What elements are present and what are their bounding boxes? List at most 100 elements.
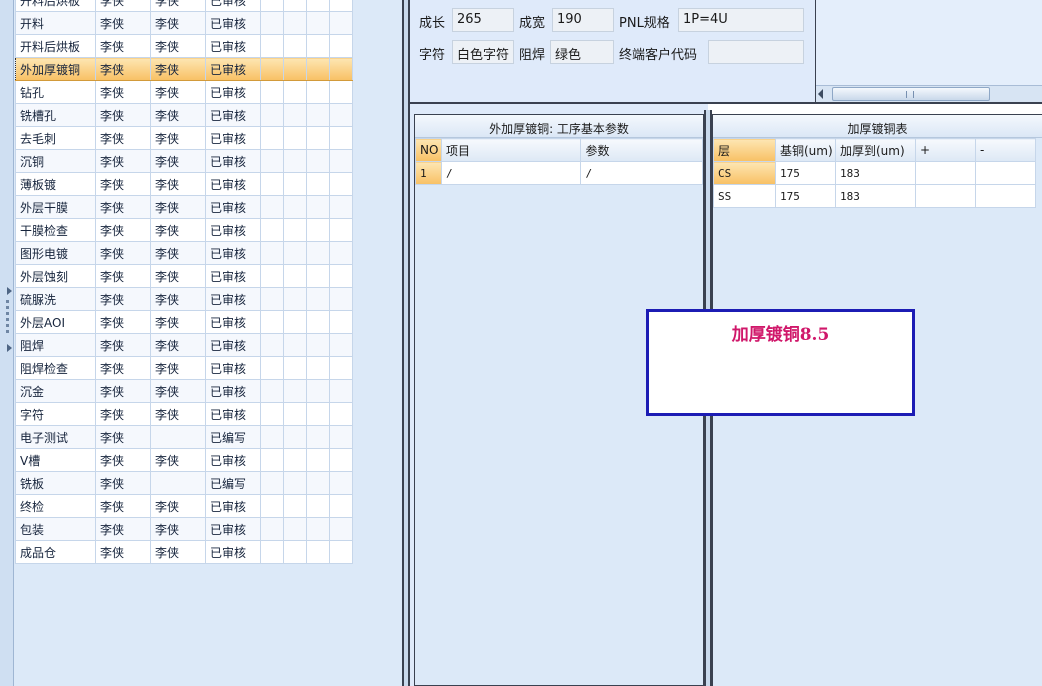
process-name-cell[interactable]: 铣槽孔	[15, 103, 96, 127]
empty-cell[interactable]	[329, 172, 353, 196]
process-name-cell[interactable]: 钻孔	[15, 80, 96, 104]
empty-cell[interactable]	[329, 57, 353, 81]
reviewer-cell[interactable]: 李侠	[150, 34, 206, 58]
reviewer-cell[interactable]: 李侠	[150, 0, 206, 12]
process-row[interactable]: 外加厚镀铜 李侠 李侠 已审核	[15, 57, 353, 81]
process-row[interactable]: 铣板 李侠 已编写	[15, 471, 353, 495]
empty-cell[interactable]	[283, 310, 307, 334]
empty-cell[interactable]	[306, 310, 330, 334]
empty-cell[interactable]	[329, 218, 353, 242]
empty-cell[interactable]	[306, 540, 330, 564]
author-cell[interactable]: 李侠	[95, 540, 151, 564]
collapse-arrow-icon[interactable]	[7, 287, 12, 295]
author-cell[interactable]: 李侠	[95, 494, 151, 518]
process-name-cell[interactable]: 图形电镀	[15, 241, 96, 265]
process-row[interactable]: 沉金 李侠 李侠 已审核	[15, 379, 353, 403]
empty-cell[interactable]	[329, 425, 353, 449]
process-row[interactable]: 硫脲洗 李侠 李侠 已审核	[15, 287, 353, 311]
layer-cell[interactable]: SS	[713, 184, 776, 208]
process-name-cell[interactable]: 外加厚镀铜	[15, 57, 96, 81]
splitter-handle[interactable]	[0, 0, 14, 686]
empty-cell[interactable]	[260, 448, 284, 472]
empty-cell[interactable]	[283, 103, 307, 127]
customer-code-field[interactable]	[708, 40, 804, 64]
col-header-target-thickness[interactable]: 加厚到(um)	[835, 138, 916, 162]
empty-cell[interactable]	[260, 149, 284, 173]
process-name-cell[interactable]: 干膜检查	[15, 218, 96, 242]
process-name-cell[interactable]: 电子测试	[15, 425, 96, 449]
empty-cell[interactable]	[306, 80, 330, 104]
empty-cell[interactable]	[306, 517, 330, 541]
author-cell[interactable]: 李侠	[95, 103, 151, 127]
status-cell[interactable]: 已审核	[205, 517, 261, 541]
empty-cell[interactable]	[306, 287, 330, 311]
process-row[interactable]: 阻焊检查 李侠 李侠 已审核	[15, 356, 353, 380]
author-cell[interactable]: 李侠	[95, 172, 151, 196]
process-row[interactable]: 电子测试 李侠 已编写	[15, 425, 353, 449]
author-cell[interactable]: 李侠	[95, 264, 151, 288]
reviewer-cell[interactable]: 李侠	[150, 103, 206, 127]
author-cell[interactable]: 李侠	[95, 80, 151, 104]
reviewer-cell[interactable]: 李侠	[150, 57, 206, 81]
author-cell[interactable]: 李侠	[95, 11, 151, 35]
status-cell[interactable]: 已审核	[205, 494, 261, 518]
minus-cell[interactable]	[975, 161, 1036, 185]
author-cell[interactable]: 李侠	[95, 425, 151, 449]
empty-cell[interactable]	[283, 540, 307, 564]
empty-cell[interactable]	[283, 402, 307, 426]
process-row[interactable]: 开料后烘板 李侠 李侠 已审核	[15, 0, 353, 12]
empty-cell[interactable]	[329, 494, 353, 518]
reviewer-cell[interactable]: 李侠	[150, 80, 206, 104]
author-cell[interactable]: 李侠	[95, 517, 151, 541]
reviewer-cell[interactable]: 李侠	[150, 333, 206, 357]
process-row[interactable]: 字符 李侠 李侠 已审核	[15, 402, 353, 426]
author-cell[interactable]: 李侠	[95, 471, 151, 495]
reviewer-cell[interactable]: 李侠	[150, 264, 206, 288]
empty-cell[interactable]	[329, 11, 353, 35]
empty-cell[interactable]	[329, 402, 353, 426]
empty-cell[interactable]	[283, 471, 307, 495]
empty-cell[interactable]	[260, 356, 284, 380]
empty-cell[interactable]	[306, 0, 330, 12]
length-field[interactable]: 265	[452, 8, 514, 32]
author-cell[interactable]: 李侠	[95, 195, 151, 219]
col-header-minus[interactable]: -	[975, 138, 1036, 162]
process-name-cell[interactable]: 阻焊	[15, 333, 96, 357]
reviewer-cell[interactable]	[150, 425, 206, 449]
status-cell[interactable]: 已审核	[205, 57, 261, 81]
empty-cell[interactable]	[329, 195, 353, 219]
status-cell[interactable]: 已审核	[205, 126, 261, 150]
author-cell[interactable]: 李侠	[95, 149, 151, 173]
empty-cell[interactable]	[283, 494, 307, 518]
empty-cell[interactable]	[260, 0, 284, 12]
plus-cell[interactable]	[915, 161, 976, 185]
process-row[interactable]: 铣槽孔 李侠 李侠 已审核	[15, 103, 353, 127]
param-cell[interactable]: /	[580, 161, 703, 185]
status-cell[interactable]: 已审核	[205, 379, 261, 403]
status-cell[interactable]: 已审核	[205, 34, 261, 58]
empty-cell[interactable]	[283, 448, 307, 472]
process-row[interactable]: 薄板镀 李侠 李侠 已审核	[15, 172, 353, 196]
legend-field[interactable]: 白色字符	[452, 40, 514, 64]
empty-cell[interactable]	[306, 11, 330, 35]
process-row[interactable]: 外层AOI 李侠 李侠 已审核	[15, 310, 353, 334]
process-name-cell[interactable]: 阻焊检查	[15, 356, 96, 380]
reviewer-cell[interactable]: 李侠	[150, 126, 206, 150]
reviewer-cell[interactable]: 李侠	[150, 149, 206, 173]
reviewer-cell[interactable]: 李侠	[150, 310, 206, 334]
target-thickness-cell[interactable]: 183	[835, 161, 916, 185]
reviewer-cell[interactable]: 李侠	[150, 540, 206, 564]
empty-cell[interactable]	[260, 310, 284, 334]
empty-cell[interactable]	[306, 333, 330, 357]
process-name-cell[interactable]: 硫脲洗	[15, 287, 96, 311]
empty-cell[interactable]	[329, 356, 353, 380]
empty-cell[interactable]	[306, 494, 330, 518]
empty-cell[interactable]	[329, 264, 353, 288]
layer-cell[interactable]: CS	[713, 161, 776, 185]
process-name-cell[interactable]: 字符	[15, 402, 96, 426]
empty-cell[interactable]	[306, 172, 330, 196]
target-thickness-cell[interactable]: 183	[835, 184, 916, 208]
author-cell[interactable]: 李侠	[95, 0, 151, 12]
empty-cell[interactable]	[260, 195, 284, 219]
pnl-field[interactable]: 1P=4U	[678, 8, 804, 32]
